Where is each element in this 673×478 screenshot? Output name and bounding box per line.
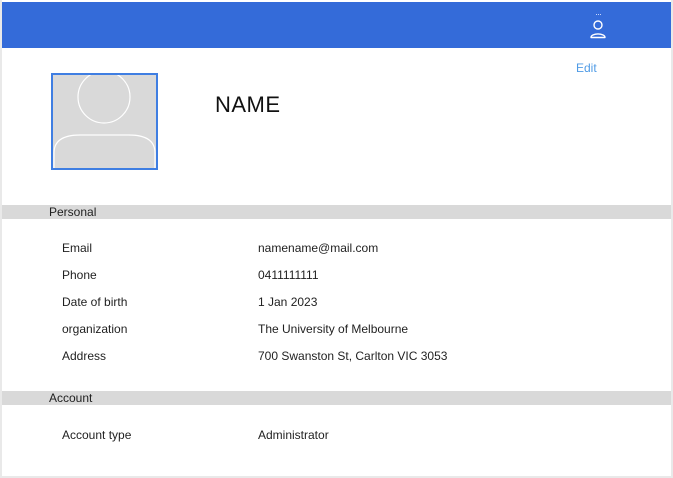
organization-value: The University of Melbourne	[258, 322, 409, 336]
phone-label: Phone	[62, 268, 97, 282]
person-icon	[590, 20, 606, 39]
top-navigation-bar: ···	[2, 2, 671, 48]
left-border	[0, 0, 2, 478]
user-menu-button[interactable]: ···	[586, 10, 610, 44]
account-section-header: Account	[2, 391, 671, 405]
phone-value: 0411111111	[258, 268, 319, 282]
address-label: Address	[62, 349, 107, 363]
date-of-birth-value: 1 Jan 2023	[258, 295, 318, 309]
edit-profile-link[interactable]: Edit	[576, 61, 597, 75]
account-type-value: Administrator	[258, 428, 329, 442]
profile-avatar	[51, 73, 158, 170]
profile-page: ··· Edit NAME Personal Email namename@ma…	[0, 0, 673, 478]
personal-section-header: Personal	[2, 205, 671, 219]
profile-name: NAME	[215, 92, 281, 117]
email-value: namename@mail.com	[258, 241, 379, 255]
address-value: 700 Swanston St, Carlton VIC 3053	[258, 349, 448, 363]
account-type-label: Account type	[62, 428, 132, 442]
personal-section-title: Personal	[49, 205, 97, 219]
date-of-birth-label: Date of birth	[62, 295, 128, 309]
account-section-title: Account	[49, 391, 93, 405]
organization-label: organization	[62, 322, 128, 336]
email-label: Email	[62, 241, 93, 255]
user-menu-dots: ···	[595, 9, 602, 19]
avatar-placeholder-icon	[53, 75, 156, 168]
